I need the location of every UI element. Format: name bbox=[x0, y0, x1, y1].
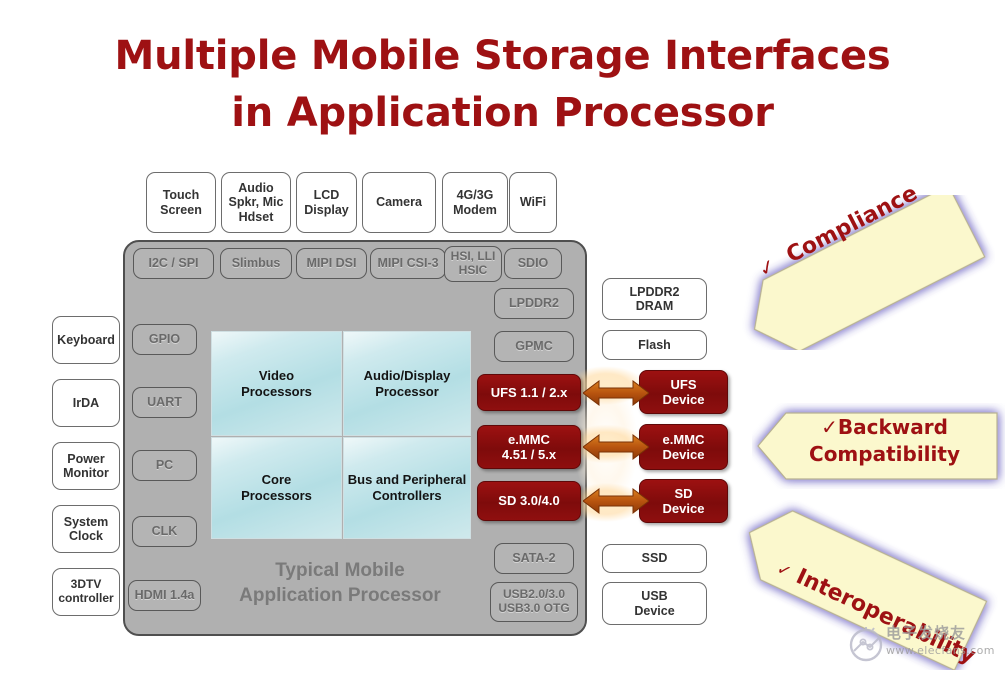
interface-emmc[interactable]: e.MMC 4.51 / 5.x bbox=[477, 425, 581, 469]
device-ufs[interactable]: UFS Device bbox=[639, 370, 728, 414]
interface-label: UART bbox=[147, 395, 182, 410]
watermark-logo-icon bbox=[849, 627, 883, 662]
peripheral-touch-screen[interactable]: Touch Screen bbox=[146, 172, 216, 233]
interface-label: Slimbus bbox=[231, 256, 281, 271]
peripheral-label: System Clock bbox=[63, 514, 109, 544]
interface-label: LPDDR2 bbox=[508, 296, 559, 311]
interface-ufs[interactable]: UFS 1.1 / 2.x bbox=[477, 374, 581, 411]
interface-sd[interactable]: SD 3.0/4.0 bbox=[477, 481, 581, 521]
callout-line-1: ✓Backward bbox=[772, 414, 997, 441]
interface-label: e.MMC 4.51 / 5.x bbox=[501, 431, 557, 462]
interface-mipi-dsi[interactable]: MIPI DSI bbox=[296, 248, 367, 279]
interface-gpio[interactable]: GPIO bbox=[132, 324, 197, 355]
interface-clk[interactable]: CLK bbox=[132, 516, 197, 547]
device-label: Flash bbox=[638, 337, 671, 352]
interface-label: HSI, LLI HSIC bbox=[450, 249, 496, 277]
interface-hsi-lli-hsic[interactable]: HSI, LLI HSIC bbox=[444, 246, 502, 282]
device-emmc[interactable]: e.MMC Device bbox=[639, 424, 728, 470]
interface-slimbus[interactable]: Slimbus bbox=[220, 248, 292, 279]
peripheral-modem[interactable]: 4G/3G Modem bbox=[442, 172, 508, 233]
bidirectional-arrow-emmc bbox=[583, 434, 649, 460]
interface-label: USB2.0/3.0 USB3.0 OTG bbox=[498, 587, 570, 615]
block-label: Core Processors bbox=[241, 472, 312, 503]
interface-lpddr2[interactable]: LPDDR2 bbox=[494, 288, 574, 319]
device-flash[interactable]: Flash bbox=[602, 330, 707, 360]
peripheral-power-monitor[interactable]: Power Monitor bbox=[52, 442, 120, 490]
callout-line-2: Compatibility bbox=[809, 442, 960, 466]
peripheral-camera[interactable]: Camera bbox=[362, 172, 436, 233]
interface-pc[interactable]: PC bbox=[132, 450, 197, 481]
peripheral-lcd-display[interactable]: LCD Display bbox=[296, 172, 357, 233]
interface-sdio[interactable]: SDIO bbox=[504, 248, 562, 279]
title-line-2: in Application Processor bbox=[231, 89, 774, 136]
peripheral-label: IrDA bbox=[72, 395, 100, 410]
peripheral-label: Camera bbox=[376, 195, 422, 210]
peripheral-label: LCD Display bbox=[304, 188, 349, 217]
bidirectional-arrow-sd bbox=[583, 488, 649, 514]
check-icon: ✓ bbox=[821, 415, 838, 439]
chip-caption: Typical Mobile Application Processor bbox=[190, 558, 490, 608]
interface-label: CLK bbox=[151, 524, 178, 539]
callout-backward-compat-text: ✓Backward Compatibility bbox=[772, 414, 997, 468]
peripheral-label: 4G/3G Modem bbox=[453, 188, 497, 217]
interface-uart[interactable]: UART bbox=[132, 387, 197, 418]
device-lpddr2-dram[interactable]: LPDDR2 DRAM bbox=[602, 278, 707, 320]
interface-label: SDIO bbox=[517, 256, 549, 271]
block-core-processors[interactable]: Core Processors bbox=[211, 437, 342, 539]
interface-label: MIPI CSI-3 bbox=[377, 256, 439, 271]
interface-label: SD 3.0/4.0 bbox=[498, 493, 560, 509]
interface-label: UFS 1.1 / 2.x bbox=[490, 384, 568, 400]
watermark-text: 电子发烧友 bbox=[886, 624, 967, 642]
peripheral-label: WiFi bbox=[519, 195, 547, 210]
interface-label: GPMC bbox=[515, 339, 553, 354]
block-bus-peripheral-controllers[interactable]: Bus and Peripheral Controllers bbox=[343, 437, 471, 539]
peripheral-label: 3DTV controller bbox=[58, 577, 114, 605]
device-usb[interactable]: USB Device bbox=[602, 582, 707, 625]
interface-usb[interactable]: USB2.0/3.0 USB3.0 OTG bbox=[490, 582, 578, 622]
title-line-1: Multiple Mobile Storage Interfaces bbox=[114, 33, 891, 79]
block-video-processors[interactable]: Video Processors bbox=[211, 331, 342, 436]
peripheral-irda[interactable]: IrDA bbox=[52, 379, 120, 427]
chip-caption-line-1: Typical Mobile bbox=[275, 560, 405, 581]
interface-label: MIPI DSI bbox=[306, 256, 357, 271]
peripheral-label: Touch Screen bbox=[160, 188, 202, 217]
interface-label: GPIO bbox=[148, 332, 181, 347]
interface-sata-2[interactable]: SATA-2 bbox=[494, 543, 574, 574]
interface-mipi-csi-3[interactable]: MIPI CSI-3 bbox=[370, 248, 446, 279]
device-label: SSD bbox=[641, 551, 668, 566]
peripheral-wifi[interactable]: WiFi bbox=[509, 172, 557, 233]
interface-i2c-spi[interactable]: I2C / SPI bbox=[133, 248, 214, 279]
interface-label: I2C / SPI bbox=[148, 256, 199, 271]
peripheral-keyboard[interactable]: Keyboard bbox=[52, 316, 120, 364]
peripheral-label: Audio Spkr, Mic Hdset bbox=[228, 180, 284, 224]
device-ssd[interactable]: SSD bbox=[602, 544, 707, 573]
block-audio-display-processor[interactable]: Audio/Display Processor bbox=[343, 331, 471, 436]
block-label: Video Processors bbox=[241, 367, 312, 399]
peripheral-label: Keyboard bbox=[57, 332, 115, 347]
interface-gpmc[interactable]: GPMC bbox=[494, 331, 574, 362]
peripheral-system-clock[interactable]: System Clock bbox=[52, 505, 120, 553]
page-title: Multiple Mobile Storage Interfaces in Ap… bbox=[0, 28, 1005, 142]
device-label: SD Device bbox=[662, 485, 705, 516]
device-sd[interactable]: SD Device bbox=[639, 479, 728, 523]
peripheral-label: Power Monitor bbox=[63, 451, 109, 481]
peripheral-audio[interactable]: Audio Spkr, Mic Hdset bbox=[221, 172, 291, 233]
peripheral-3dtv-controller[interactable]: 3DTV controller bbox=[52, 568, 120, 616]
callout-label: Backward bbox=[837, 415, 948, 439]
interface-label: HDMI 1.4a bbox=[134, 588, 195, 603]
watermark: 电子发烧友 www.elecfans.com bbox=[848, 620, 1003, 672]
device-label: LPDDR2 DRAM bbox=[629, 284, 680, 314]
interface-label: PC bbox=[155, 458, 174, 473]
bidirectional-arrow-ufs bbox=[583, 380, 649, 406]
block-label: Bus and Peripheral Controllers bbox=[347, 472, 467, 503]
block-label: Audio/Display Processor bbox=[363, 367, 451, 399]
device-label: e.MMC Device bbox=[662, 431, 705, 462]
chip-caption-line-2: Application Processor bbox=[239, 585, 441, 607]
device-label: USB Device bbox=[634, 589, 675, 618]
watermark-url: www.elecfans.com bbox=[886, 644, 995, 657]
device-label: UFS Device bbox=[662, 376, 705, 407]
interface-label: SATA-2 bbox=[512, 551, 556, 566]
